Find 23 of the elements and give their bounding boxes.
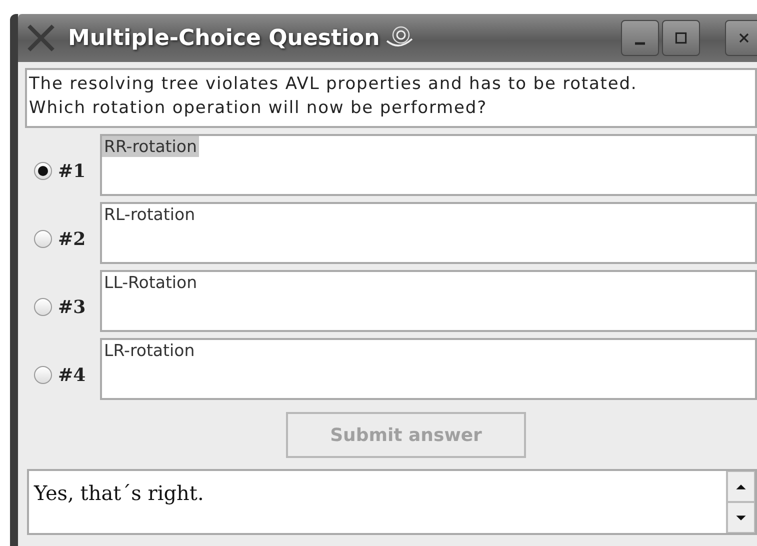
window-title: Multiple-Choice Question [68,26,380,50]
answer-text: LR-rotation [103,340,196,361]
answer-text: RR-rotation [102,136,199,157]
radio-button[interactable] [34,298,52,316]
radio-button[interactable] [34,230,52,248]
x-logo-icon [26,23,56,53]
option-label: #3 [58,296,87,318]
option-label: #2 [58,228,87,250]
minimize-icon [635,42,645,44]
minimize-button[interactable] [621,20,659,56]
radio-button[interactable] [34,162,52,180]
maximize-icon [673,30,689,46]
maximize-button[interactable] [662,20,700,56]
option-label: #4 [58,364,87,386]
option-label: #1 [58,160,87,182]
close-button[interactable] [725,20,757,56]
radio-button[interactable] [34,366,52,384]
answer-text: LL-Rotation [103,272,198,293]
feedback-text: Yes, that´s right. [32,480,205,507]
question-text: The resolving tree violates AVL properties and has to be rotated. Which rotation operation will now be performed? [25,68,757,128]
scroll-down-button[interactable] [727,502,755,533]
answer-text: RL-rotation [103,204,196,225]
scroll-up-button[interactable] [727,471,755,502]
